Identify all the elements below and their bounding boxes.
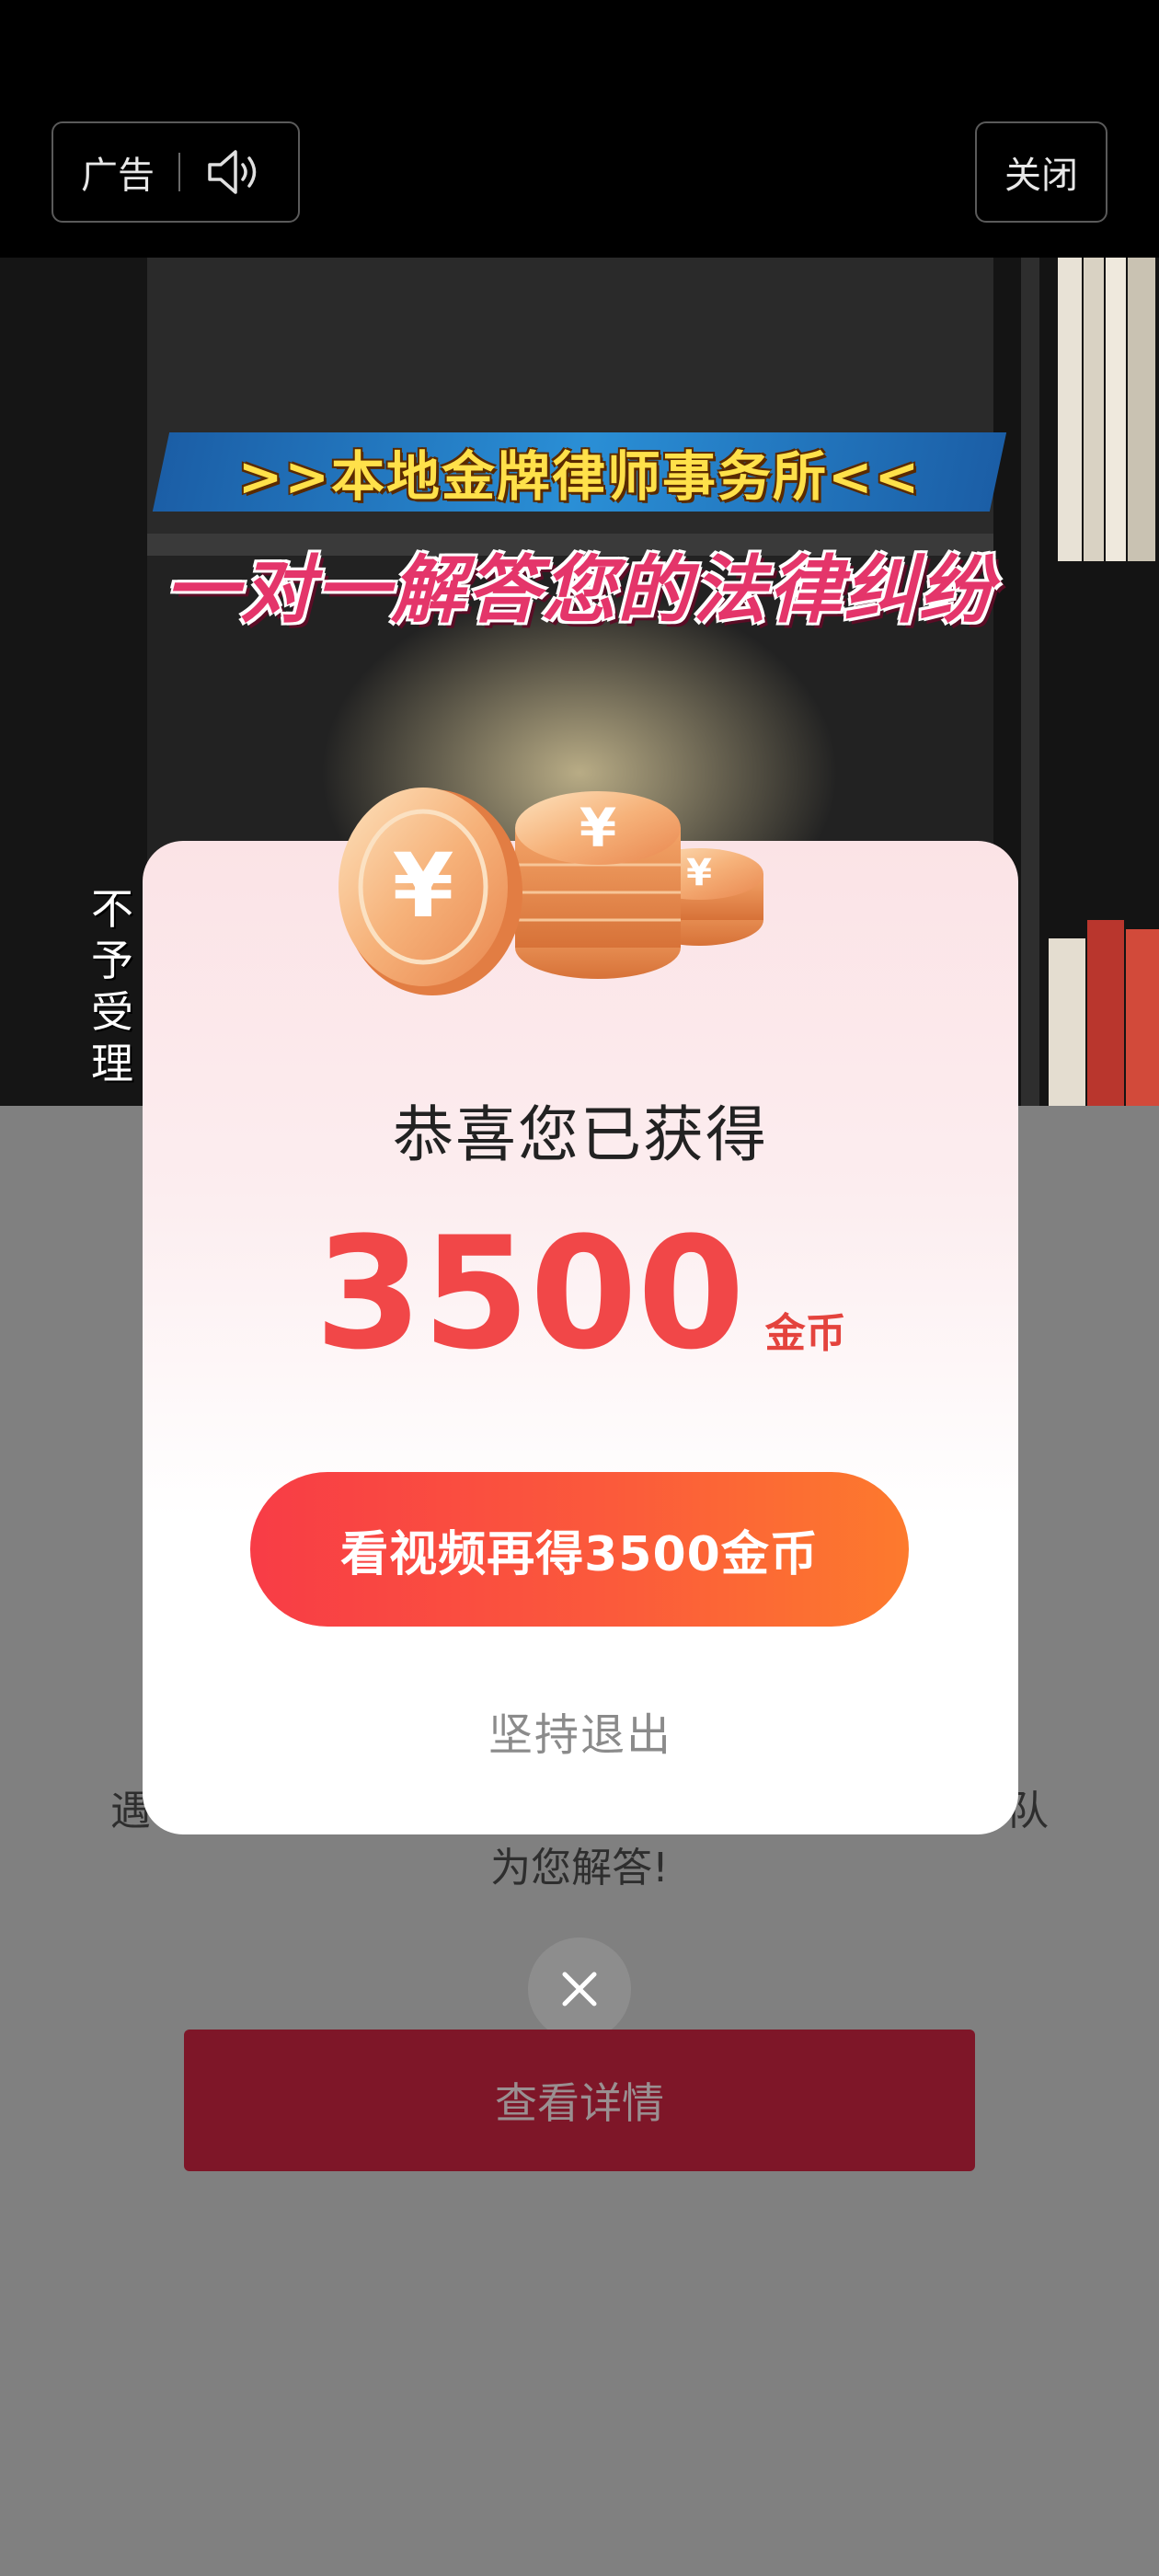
- ad-top-bar: 广告 关闭: [0, 0, 1159, 258]
- dialog-title: 恭喜您已获得: [393, 1099, 768, 1170]
- divider: [178, 153, 180, 191]
- insist-exit-link[interactable]: 坚持退出: [143, 1698, 1018, 1763]
- close-ad-button[interactable]: 关闭: [975, 121, 1107, 223]
- banner-main-text: 一对一解答您的法律纠纷: [165, 547, 994, 633]
- view-details-button[interactable]: 查看详情: [184, 2030, 975, 2171]
- reward-amount-row: 3500 金币: [143, 1216, 1018, 1371]
- coins-icon: ¥ ¥ ¥: [339, 788, 763, 995]
- speaker-icon[interactable]: [204, 146, 263, 198]
- description-line2: 为您解答!: [490, 1845, 669, 1892]
- side-caption-char: 予: [91, 936, 133, 985]
- side-caption: 不 予 受 理: [85, 883, 140, 1089]
- reward-unit: 金币: [764, 1310, 846, 1357]
- banner-top-text: >>本地金牌律师事务所<<: [237, 445, 922, 508]
- side-caption-char: 受: [91, 987, 133, 1037]
- svg-text:¥: ¥: [686, 852, 712, 894]
- side-caption-char: 理: [91, 1039, 133, 1088]
- ad-chip[interactable]: 广告: [52, 121, 300, 223]
- watch-video-button[interactable]: 看视频再得3500金币: [250, 1472, 909, 1627]
- ad-label: 广告: [81, 155, 155, 197]
- close-icon: [562, 1972, 597, 2007]
- reward-amount: 3500: [315, 1203, 745, 1384]
- svg-text:¥: ¥: [393, 834, 454, 937]
- side-caption-char: 不: [91, 884, 133, 934]
- svg-text:¥: ¥: [580, 797, 616, 859]
- close-icon-button[interactable]: [528, 1938, 631, 2041]
